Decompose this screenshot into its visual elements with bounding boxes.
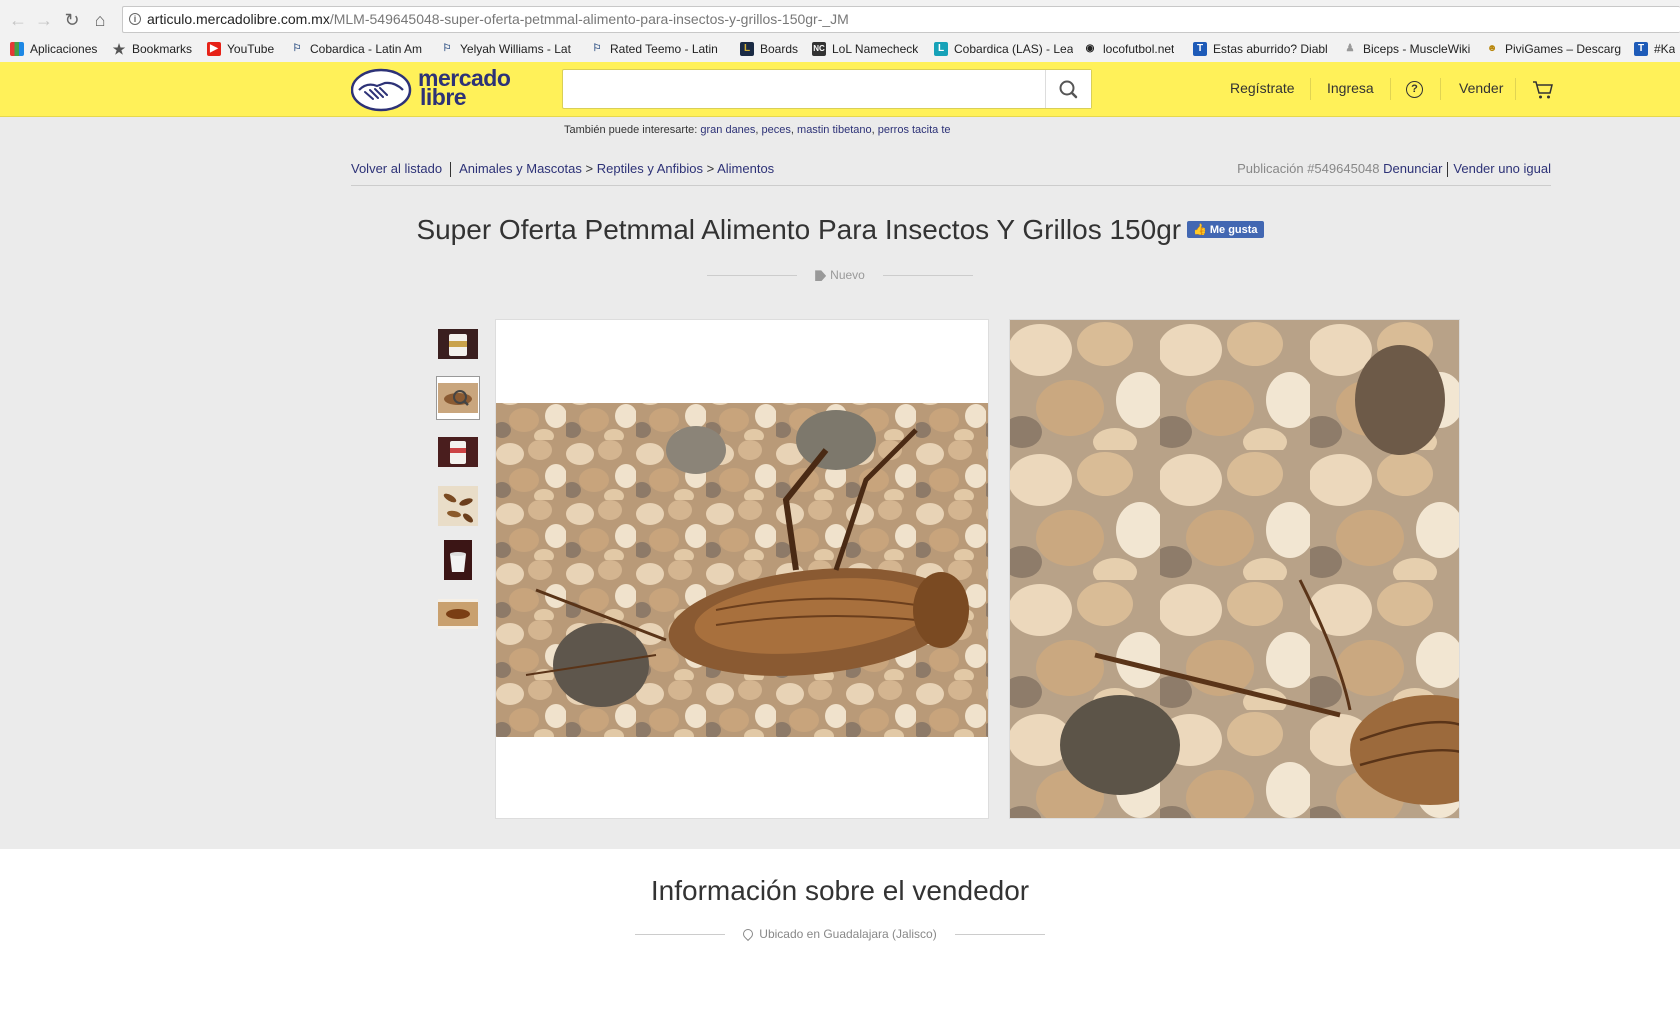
thumbnail-4[interactable] xyxy=(436,484,480,528)
report-link[interactable]: Denunciar xyxy=(1383,161,1442,176)
facebook-like-button[interactable]: 👍 Me gusta xyxy=(1187,221,1264,239)
bookmark-pivigames[interactable]: ☻ PiviGames – Descarg xyxy=(1485,40,1625,58)
bookmark-boards[interactable]: L Boards xyxy=(740,40,802,58)
thumbnail-3[interactable] xyxy=(436,430,480,474)
info-icon[interactable]: i xyxy=(129,13,141,25)
bookmark-namecheck[interactable]: NC LoL Namecheck xyxy=(812,40,927,58)
bookmark-estas-aburrido[interactable]: T Estas aburrido? Diabl xyxy=(1193,40,1329,58)
star-icon: ★ xyxy=(112,41,126,57)
lol-icon: ⚐ xyxy=(592,43,602,54)
taringa-icon: T xyxy=(1634,42,1648,56)
product-title: Super Oferta Petmmal Alimento Para Insec… xyxy=(0,214,1680,246)
bookmark-locofutbol[interactable]: ◉ locofutbol.net xyxy=(1083,40,1183,58)
nav-divider xyxy=(1390,78,1391,100)
back-arrow-icon[interactable]: ← xyxy=(8,10,28,30)
bookmark-biceps[interactable]: ♟ Biceps - MuscleWiki xyxy=(1343,40,1475,58)
logo-wordmark[interactable]: mercado libre xyxy=(418,67,511,109)
main-product-image[interactable] xyxy=(495,319,989,819)
sell-same-link[interactable]: Vender uno igual xyxy=(1453,161,1551,176)
bookmark-cobardica[interactable]: ⚐ Cobardica - Latin Am xyxy=(290,40,426,58)
suggest-link-gran-danes[interactable]: gran danes xyxy=(700,124,755,136)
login-link[interactable]: Ingresa xyxy=(1327,80,1374,96)
thumbnail-image xyxy=(438,329,478,359)
glasses-icon: ◉ xyxy=(1085,43,1095,54)
forward-arrow-icon[interactable]: → xyxy=(34,10,54,30)
cart-icon[interactable] xyxy=(1532,80,1554,100)
breadcrumb-reptiles[interactable]: Reptiles y Anfibios xyxy=(597,161,703,176)
bookmark-youtube[interactable]: ▶ YouTube xyxy=(207,40,285,58)
site-header: mercado libre Regístrate Ingresa ? Vender xyxy=(0,62,1680,117)
publication-number: Publicación #549645048 xyxy=(1237,161,1380,176)
search-input[interactable] xyxy=(571,78,1015,102)
suggest-link-peces[interactable]: peces xyxy=(762,124,791,136)
boards-icon: L xyxy=(740,42,754,56)
condition-line xyxy=(882,275,973,277)
nav-divider xyxy=(1310,78,1311,100)
reload-icon[interactable]: ↻ xyxy=(62,10,82,30)
sell-link[interactable]: Vender xyxy=(1459,80,1503,96)
seller-location: Ubicado en Guadalajara (Jalisco) xyxy=(0,926,1680,941)
taringa-icon: T xyxy=(1193,42,1207,56)
back-to-list-link[interactable]: Volver al listado xyxy=(351,161,442,176)
pivigames-icon: ☻ xyxy=(1486,43,1498,54)
publication-bar: Publicación #549645048 Denunciar Vender u… xyxy=(1237,161,1551,178)
breadcrumb-animales[interactable]: Animales y Mascotas xyxy=(459,161,582,176)
apps-grid-icon xyxy=(10,42,24,56)
crumb-divider xyxy=(450,162,452,178)
lol-icon: ⚐ xyxy=(442,43,452,54)
search-box xyxy=(562,69,1092,109)
musclewiki-icon: ♟ xyxy=(1345,43,1355,54)
thumbnail-image xyxy=(438,383,478,413)
gravel-zoom-photo xyxy=(1010,320,1459,818)
breadcrumb-divider xyxy=(351,185,1551,186)
crumb-divider xyxy=(1447,162,1449,178)
location-pin-icon xyxy=(741,926,756,941)
seller-heading: Información sobre el vendedor xyxy=(650,875,1030,906)
suggest-link-perros-tacita[interactable]: perros tacita te xyxy=(878,124,951,136)
condition-line xyxy=(707,275,798,277)
bookmark-yelyah[interactable]: ⚐ Yelyah Williams - Lat xyxy=(440,40,576,58)
browser-chrome: ← → ↻ ⌂ i articulo.mercadolibre.com.mx/M… xyxy=(0,0,1680,63)
bookmark-ka[interactable]: T #Ka xyxy=(1634,40,1680,58)
thumbnail-2[interactable] xyxy=(436,376,480,420)
location-line xyxy=(635,934,726,936)
thumbnail-image xyxy=(438,486,478,526)
youtube-icon: ▶ xyxy=(207,42,221,56)
search-icon xyxy=(1059,80,1078,99)
search-button[interactable] xyxy=(1045,70,1091,108)
namecheck-icon: NC xyxy=(812,42,826,56)
leaguespy-icon: L xyxy=(934,42,948,56)
suggestions: También puede interesarte: gran danes, p… xyxy=(564,124,951,136)
suggest-link-mastin-tibetano[interactable]: mastin tibetano xyxy=(797,124,872,136)
thumbnail-image xyxy=(444,540,472,580)
thumbnail-6[interactable] xyxy=(436,592,480,636)
breadcrumb-alimentos[interactable]: Alimentos xyxy=(717,161,774,176)
nav-divider xyxy=(1515,78,1516,100)
help-icon[interactable]: ? xyxy=(1406,81,1423,98)
lol-icon: ⚐ xyxy=(292,43,302,54)
home-icon[interactable]: ⌂ xyxy=(90,10,110,30)
register-link[interactable]: Regístrate xyxy=(1230,80,1295,96)
bookmarks-bar: Aplicaciones ★ Bookmarks ▶ YouTube ⚐ Cobard… xyxy=(0,38,1680,60)
bookmark-cobardica-las[interactable]: L Cobardica (LAS) - Lea xyxy=(934,40,1074,58)
address-bar[interactable]: i articulo.mercadolibre.com.mx/MLM-54964… xyxy=(122,6,1680,33)
bookmark-bookmarks[interactable]: ★ Bookmarks xyxy=(112,40,202,58)
location-line xyxy=(954,934,1045,936)
cricket-photo xyxy=(496,403,988,737)
thumbnail-image xyxy=(438,437,478,467)
thumbnail-image xyxy=(438,599,478,629)
product-condition: Nuevo xyxy=(0,268,1680,282)
seller-section: Información sobre el vendedor Ubicado en… xyxy=(0,849,1680,1013)
url-text: articulo.mercadolibre.com.mx/MLM-5496450… xyxy=(147,11,849,27)
thumbnail-1[interactable] xyxy=(436,322,480,366)
bookmark-rated-teemo[interactable]: ⚐ Rated Teemo - Latin xyxy=(590,40,726,58)
zoomed-product-image xyxy=(1009,319,1460,819)
breadcrumb: Volver al listado Animales y Mascotas > R… xyxy=(351,161,775,178)
tag-icon xyxy=(815,270,827,282)
bookmark-apps[interactable]: Aplicaciones xyxy=(10,40,105,58)
thumbnail-5[interactable] xyxy=(436,538,480,582)
nav-divider xyxy=(1440,78,1441,100)
